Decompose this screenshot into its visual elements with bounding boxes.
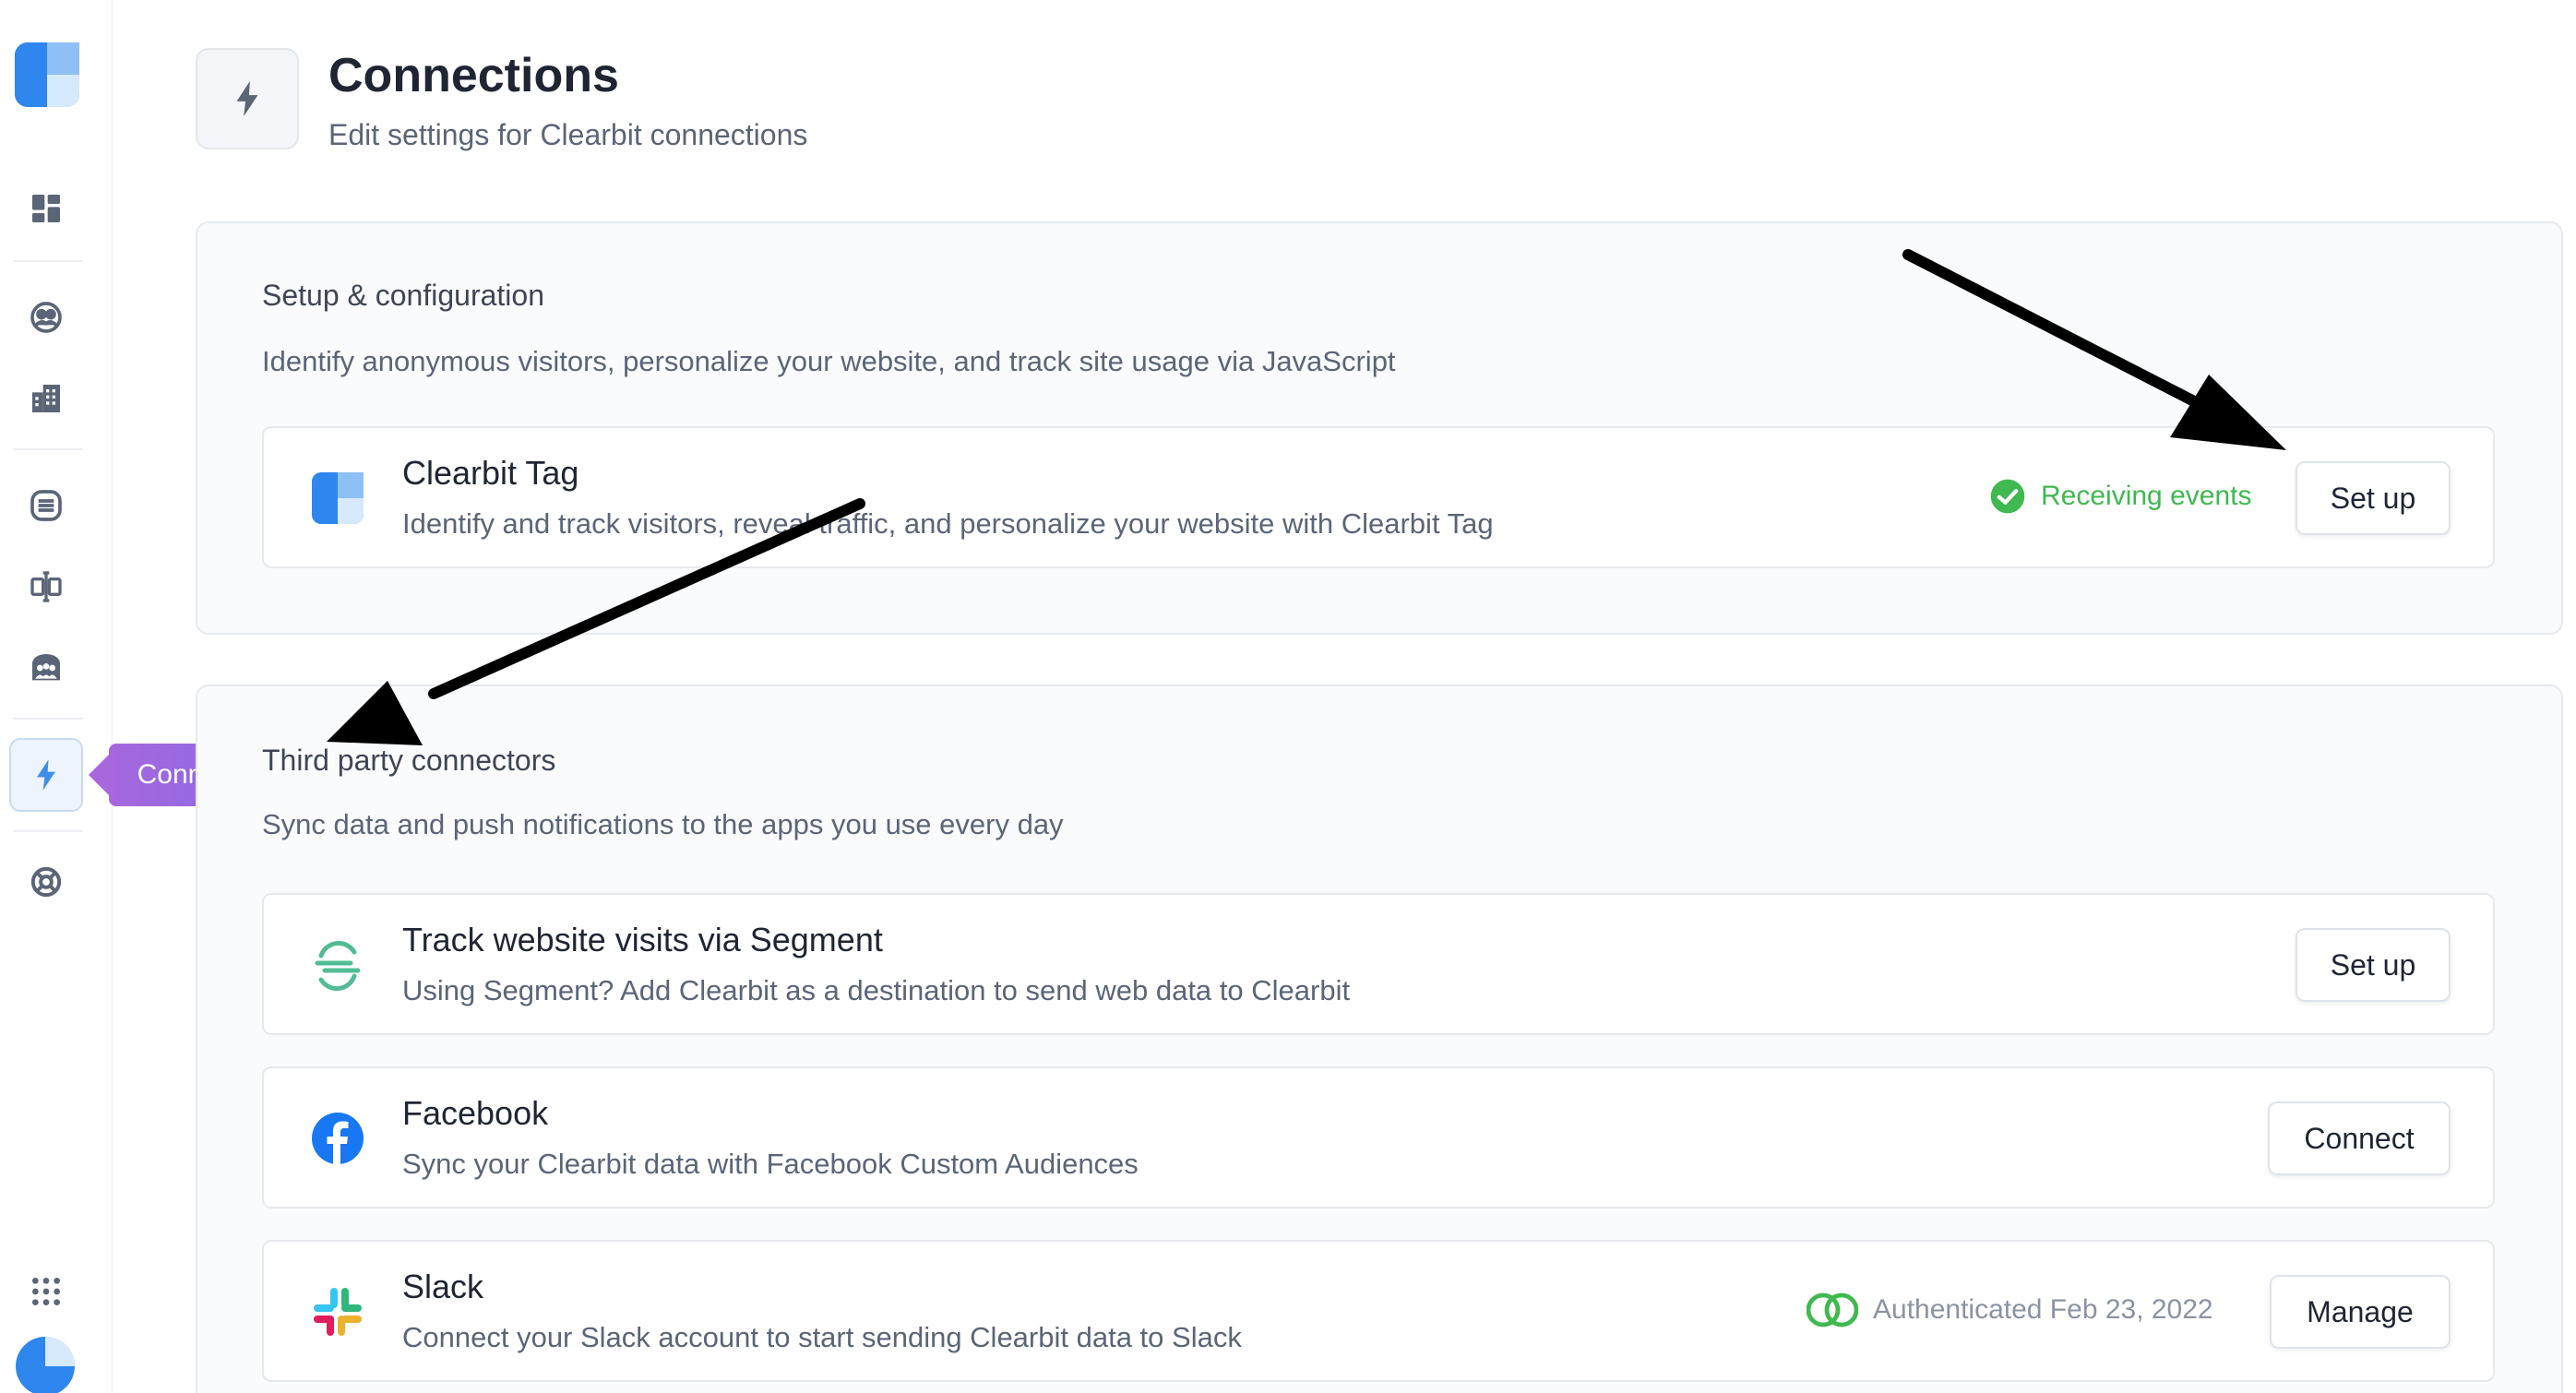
dashboard-icon (32, 195, 60, 222)
split-icon (30, 571, 62, 602)
nav-dashboard[interactable] (18, 181, 74, 236)
section-title: Third party connectors (262, 744, 556, 777)
status-badge: Authenticated Feb 23, 2022 (1807, 1292, 2213, 1328)
check-circle-icon (1990, 479, 2025, 514)
card-title: Track website visits via Segment (402, 921, 883, 958)
nav-companies[interactable] (18, 371, 74, 426)
database-icon (30, 490, 62, 521)
lightning-icon (236, 80, 258, 117)
nav-people[interactable] (18, 290, 74, 345)
card-title: Facebook (402, 1094, 549, 1132)
card-description: Connect your Slack account to start send… (402, 1321, 1242, 1353)
nav-divider (13, 830, 83, 832)
clearbit-tag-setup-button[interactable]: Set up (2296, 461, 2451, 535)
nav-divider (13, 718, 83, 720)
slack-manage-button[interactable]: Manage (2270, 1275, 2451, 1349)
card-title: Slack (402, 1268, 484, 1305)
status-text: Receiving events (2041, 481, 2252, 511)
card-description: Sync your Clearbit data with Facebook Cu… (402, 1148, 1139, 1180)
page-subtitle: Edit settings for Clearbit connections (328, 118, 808, 151)
companies-icon (32, 385, 60, 412)
card-description: Using Segment? Add Clearbit as a destina… (402, 974, 1351, 1006)
linked-rings-icon (1807, 1292, 1858, 1328)
page-icon (196, 48, 299, 149)
nav-audiences[interactable] (18, 640, 74, 696)
apps-grid-icon (32, 1278, 60, 1305)
status-text: Authenticated Feb 23, 2022 (1873, 1294, 2213, 1325)
nav-divider (13, 260, 83, 262)
support-icon (30, 866, 62, 898)
nav-support[interactable] (18, 854, 74, 910)
facebook-icon (312, 1113, 364, 1164)
audiences-icon (32, 654, 60, 681)
sidebar (0, 0, 113, 1393)
lightning-icon (37, 759, 55, 791)
connectors-section: Third party connectors Sync data and pus… (196, 685, 2563, 1393)
setup-section: Setup & configuration Identify anonymous… (196, 221, 2563, 635)
nav-database[interactable] (18, 478, 74, 533)
card-description: Identify and track visitors, reveal traf… (402, 507, 1494, 540)
section-description: Identify anonymous visitors, personalize… (262, 345, 1396, 377)
status-badge: Receiving events (1989, 478, 2251, 515)
nav-divider (13, 448, 83, 450)
section-description: Sync data and push notifications to the … (262, 808, 1064, 840)
nav-connections[interactable] (9, 738, 83, 812)
nav-split[interactable] (18, 559, 74, 614)
section-title: Setup & configuration (262, 279, 544, 312)
nav-apps[interactable] (18, 1264, 74, 1319)
facebook-card: Facebook Sync your Clearbit data with Fa… (262, 1066, 2495, 1208)
segment-setup-button[interactable]: Set up (2296, 928, 2451, 1002)
slack-icon (314, 1288, 362, 1336)
people-icon (30, 302, 62, 333)
segment-card: Track website visits via Segment Using S… (262, 893, 2495, 1035)
account-avatar-icon[interactable] (15, 1336, 76, 1393)
segment-icon (315, 940, 361, 992)
clearbit-tag-card: Clearbit Tag Identify and track visitors… (262, 426, 2495, 568)
card-title: Clearbit Tag (402, 454, 579, 492)
clearbit-tag-icon (312, 472, 364, 524)
clearbit-logo-icon[interactable] (15, 42, 79, 107)
facebook-connect-button[interactable]: Connect (2268, 1101, 2451, 1175)
page-title: Connections (328, 49, 619, 102)
slack-card: Slack Connect your Slack account to star… (262, 1240, 2495, 1382)
